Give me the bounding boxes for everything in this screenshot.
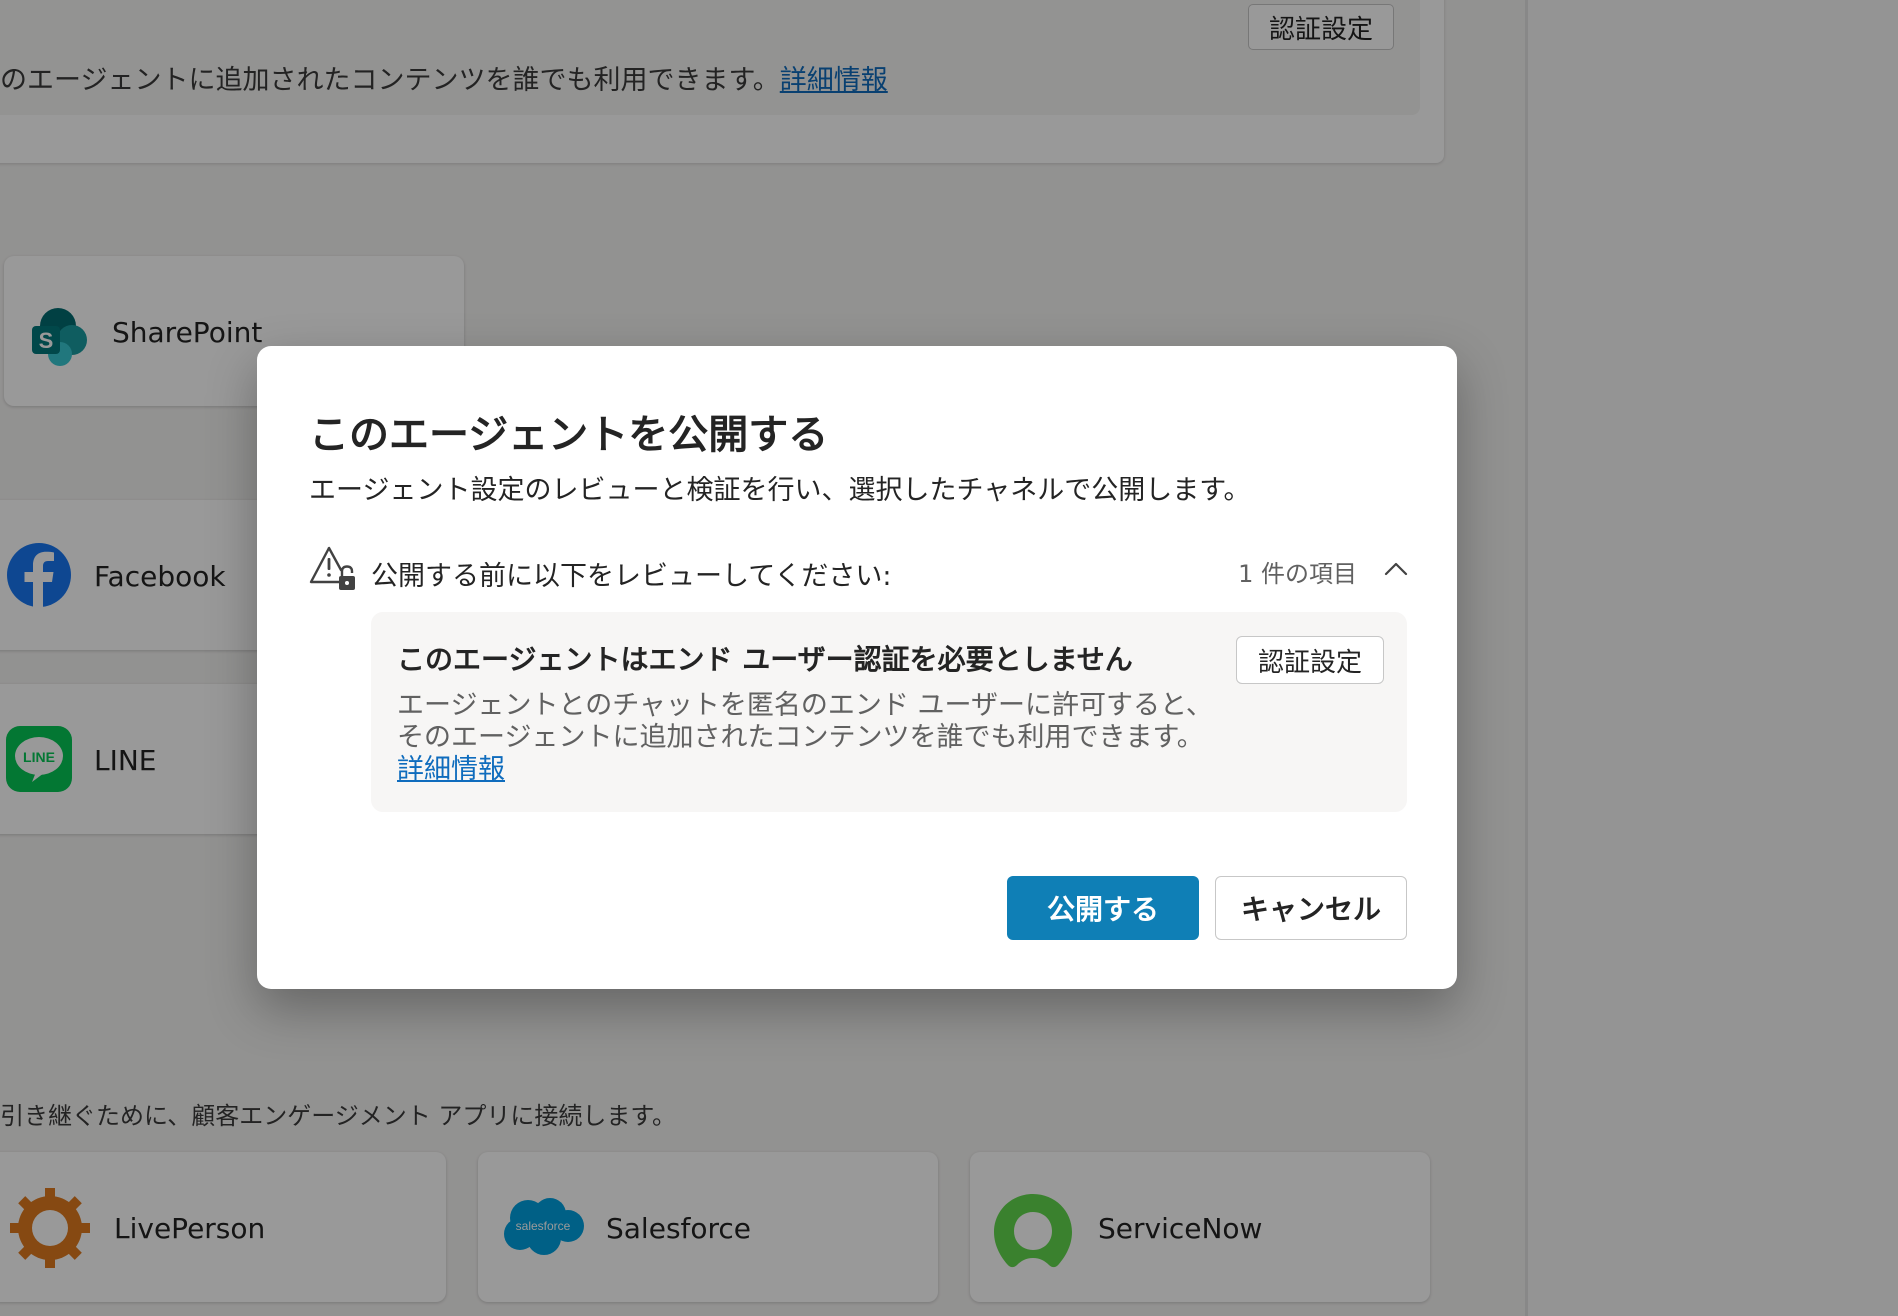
review-label: 公開する前に以下をレビューしてください: <box>371 561 892 592</box>
dialog-title: このエージェントを公開する <box>309 412 829 458</box>
review-section-header[interactable]: 公開する前に以下をレビューしてください: 1 件の項目 <box>309 544 1415 594</box>
publish-agent-dialog: このエージェントを公開する エージェント設定のレビューと検証を行い、選択したチャ… <box>257 346 1457 989</box>
publish-button[interactable]: 公開する <box>1007 876 1199 940</box>
review-issue-item: このエージェントはエンド ユーザー認証を必要としません エージェントとのチャット… <box>371 612 1407 812</box>
issue-title: このエージェントはエンド ユーザー認証を必要としません <box>397 643 1133 676</box>
issue-description: エージェントとのチャットを匿名のエンド ユーザーに許可すると、そのエージェントに… <box>397 690 1227 786</box>
warning-lock-icon <box>309 546 355 590</box>
issue-learn-more-link[interactable]: 詳細情報 <box>397 754 505 785</box>
dialog-description: エージェント設定のレビューと検証を行い、選択したチャネルで公開します。 <box>309 475 1251 506</box>
cancel-button[interactable]: キャンセル <box>1215 876 1407 940</box>
review-item-count: 1 件の項目 <box>1238 560 1357 588</box>
issue-body: エージェントとのチャットを匿名のエンド ユーザーに許可すると、そのエージェントに… <box>397 690 1213 753</box>
chevron-up-icon[interactable] <box>1381 554 1411 584</box>
issue-auth-settings-button[interactable]: 認証設定 <box>1236 636 1384 684</box>
